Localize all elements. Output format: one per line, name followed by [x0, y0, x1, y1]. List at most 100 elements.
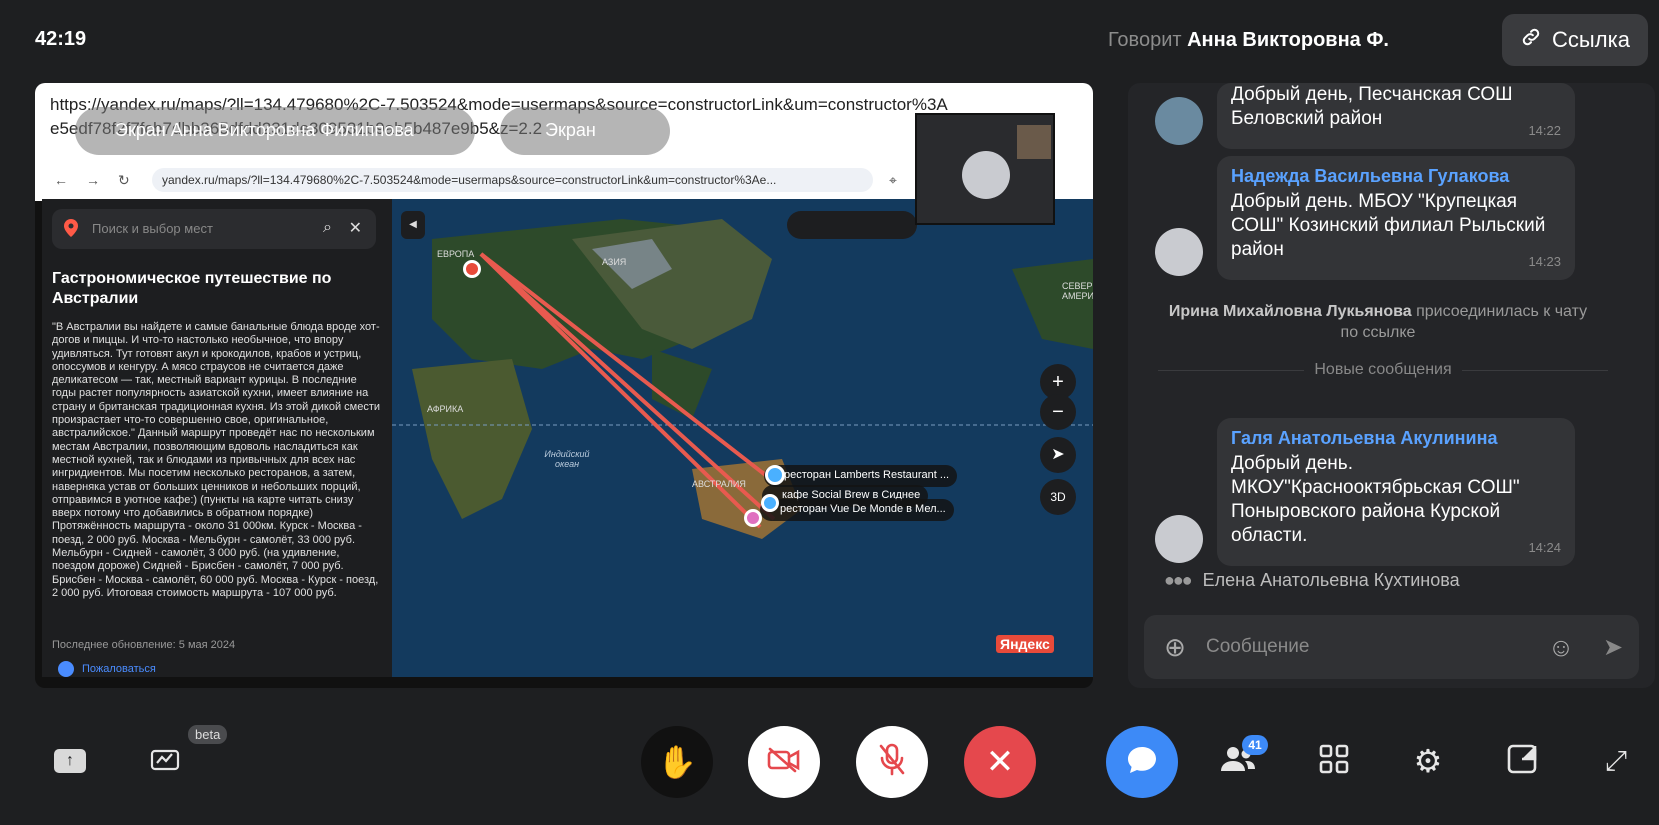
speaking-name: Анна Викторовна Ф.	[1187, 29, 1389, 51]
map-layers-toolbar[interactable]	[787, 211, 917, 239]
share-screen-button[interactable]: ↑	[44, 735, 96, 787]
reload-icon[interactable]: ↻	[118, 172, 130, 189]
map-description: "В Австралии вы найдете и самые банальны…	[52, 321, 381, 599]
typing-dots-icon: ●●●	[1164, 570, 1193, 590]
avatar	[1017, 125, 1051, 159]
message-author[interactable]: Галя Анатольевна Акулинина	[1231, 426, 1561, 450]
message-composer: ⊕ ☺ ➤	[1144, 615, 1639, 679]
typing-name: Елена Анатольевна Кухтинова	[1202, 570, 1460, 590]
map-canvas[interactable]: ЕВРОПА АЗИЯ АФРИКА Индийский океан АВСТР…	[392, 199, 1093, 677]
camera-off-icon	[767, 747, 801, 778]
chat-message: Надежда Васильевна Гулакова Добрый день.…	[1217, 156, 1575, 280]
layout-grid-button[interactable]	[1308, 735, 1360, 787]
locate-icon[interactable]: ➤	[1040, 437, 1076, 473]
raise-hand-button[interactable]: ✋	[641, 726, 713, 798]
link-button[interactable]: Ссылка	[1502, 14, 1648, 66]
yandex-logo: Яндекс	[996, 635, 1054, 653]
browser-address-bar[interactable]: yandex.ru/maps/?ll=134.479680%2C-7.50352…	[152, 168, 873, 192]
map-title: Гастрономическое путешествие по Австрали…	[52, 270, 332, 307]
speaking-label: Говорит	[1107, 29, 1182, 51]
panel-layout-icon	[1507, 744, 1537, 779]
message-text: Добрый день. МКОУ"Краснооктябрьская СОШ"…	[1231, 453, 1520, 546]
back-icon[interactable]: ←	[54, 172, 68, 189]
map-marker-icon[interactable]	[744, 509, 762, 527]
message-author[interactable]: Надежда Васильевна Гулакова	[1231, 164, 1561, 188]
chat-bubble-icon	[1126, 745, 1158, 780]
fullscreen-button[interactable]: ⤢	[1590, 735, 1642, 787]
avatar	[962, 151, 1010, 199]
screen-share-view[interactable]: https://yandex.ru/maps/?ll=134.479680%2C…	[35, 83, 1093, 688]
gear-icon: ⚙	[1413, 743, 1443, 779]
label-north-america: СЕВЕР АМЕРИ	[1062, 281, 1093, 301]
add-attachment-icon[interactable]: ⊕	[1144, 632, 1206, 663]
chat-message: Галя Анатольевна Акулинина Добрый день. …	[1217, 418, 1575, 566]
message-time: 14:23	[1528, 254, 1561, 269]
whiteboard-icon	[150, 745, 182, 778]
zoom-out-button[interactable]: −	[1040, 394, 1076, 430]
close-icon: ✕	[985, 743, 1015, 781]
message-time: 14:24	[1528, 540, 1561, 555]
end-call-button[interactable]: ✕	[964, 726, 1036, 798]
avatar	[1155, 228, 1203, 276]
avatar	[1155, 97, 1203, 145]
presenter-chip: Экран Анна Викторовна Филиппова	[75, 107, 475, 155]
link-label: Ссылка	[1552, 27, 1630, 52]
camera-button[interactable]	[748, 726, 820, 798]
microphone-off-icon	[878, 743, 906, 782]
3d-button[interactable]: 3D	[1040, 479, 1076, 515]
label-europe: ЕВРОПА	[437, 249, 475, 259]
message-input[interactable]	[1206, 636, 1535, 658]
beta-badge: beta	[188, 725, 228, 744]
participants-count-badge: 41	[1242, 735, 1268, 755]
map-pin-icon	[64, 219, 78, 237]
forward-icon[interactable]: →	[86, 172, 100, 189]
upload-icon: ↑	[54, 749, 86, 773]
microphone-button[interactable]	[856, 726, 928, 798]
collapse-panel-icon[interactable]: ◀	[401, 211, 425, 239]
chat-panel: Добрый день, Песчанская СОШ Беловский ра…	[1128, 83, 1655, 688]
map-marker-icon[interactable]	[765, 465, 785, 485]
map-pin-label[interactable]: ресторан Lamberts Restaurant ...	[764, 465, 958, 487]
label-australia: АВСТРАЛИЯ	[692, 479, 746, 489]
join-name: Ирина Михайловна Лукьянова	[1168, 303, 1412, 320]
presenter-chip-label: Экран Анна Викторовна Филиппова	[115, 120, 414, 140]
hand-icon: ✋	[657, 744, 697, 780]
send-icon[interactable]: ➤	[1587, 633, 1639, 662]
map-search-placeholder: Поиск и выбор мест	[92, 221, 213, 236]
system-message: Ирина Михайловна Лукьянова присоединилас…	[1168, 301, 1588, 343]
chat-button[interactable]	[1106, 726, 1178, 798]
shield-icon	[58, 661, 74, 677]
complain-link[interactable]: Пожаловаться	[82, 663, 156, 675]
map-sidebar: Поиск и выбор мест ⌕ ✕ Гастрономическое …	[42, 199, 392, 677]
screen-chip[interactable]: Экран	[500, 107, 670, 155]
label-indian-ocean: Индийский океан	[544, 449, 590, 469]
settings-button[interactable]: ⚙	[1402, 735, 1454, 787]
label-asia: АЗИЯ	[602, 257, 627, 267]
new-messages-label: Новые сообщения	[1314, 361, 1452, 378]
last-updated: Последнее обновление: 5 мая 2024	[52, 639, 236, 651]
new-messages-divider: Новые сообщения	[1158, 361, 1609, 379]
link-icon	[1520, 26, 1542, 54]
map-search-input[interactable]: Поиск и выбор мест ⌕ ✕	[52, 209, 376, 249]
typing-indicator: ●●● Елена Анатольевна Кухтинова	[1164, 570, 1460, 591]
search-icon[interactable]: ⌕	[323, 219, 332, 237]
call-timer: 42:19	[35, 28, 87, 50]
map-marker-icon[interactable]	[761, 494, 779, 512]
map-pin-label[interactable]: ресторан Vue De Monde в Мел...	[760, 499, 954, 521]
speaking-indicator: Говорит Анна Викторовна Ф.	[1108, 29, 1389, 52]
message-text: Добрый день. МБОУ "Крупецкая СОШ" Козинс…	[1231, 191, 1546, 260]
layout-toggle-button[interactable]	[1496, 735, 1548, 787]
close-icon[interactable]: ✕	[349, 218, 362, 238]
label-africa: АФРИКА	[427, 404, 464, 414]
map-graphic	[392, 199, 1093, 677]
message-time: 14:22	[1528, 123, 1561, 138]
grid-icon	[1319, 744, 1349, 779]
emoji-icon[interactable]: ☺	[1535, 632, 1587, 663]
self-view-pip[interactable]	[915, 113, 1055, 225]
whiteboard-button[interactable]	[140, 735, 192, 787]
location-icon[interactable]: ⌖	[889, 172, 897, 189]
chat-message: Добрый день, Песчанская СОШ Беловский ра…	[1217, 83, 1575, 149]
expand-icon: ⤢	[1604, 744, 1628, 776]
message-text: Добрый день, Песчанская СОШ Беловский ра…	[1231, 84, 1513, 129]
avatar	[1155, 515, 1203, 563]
